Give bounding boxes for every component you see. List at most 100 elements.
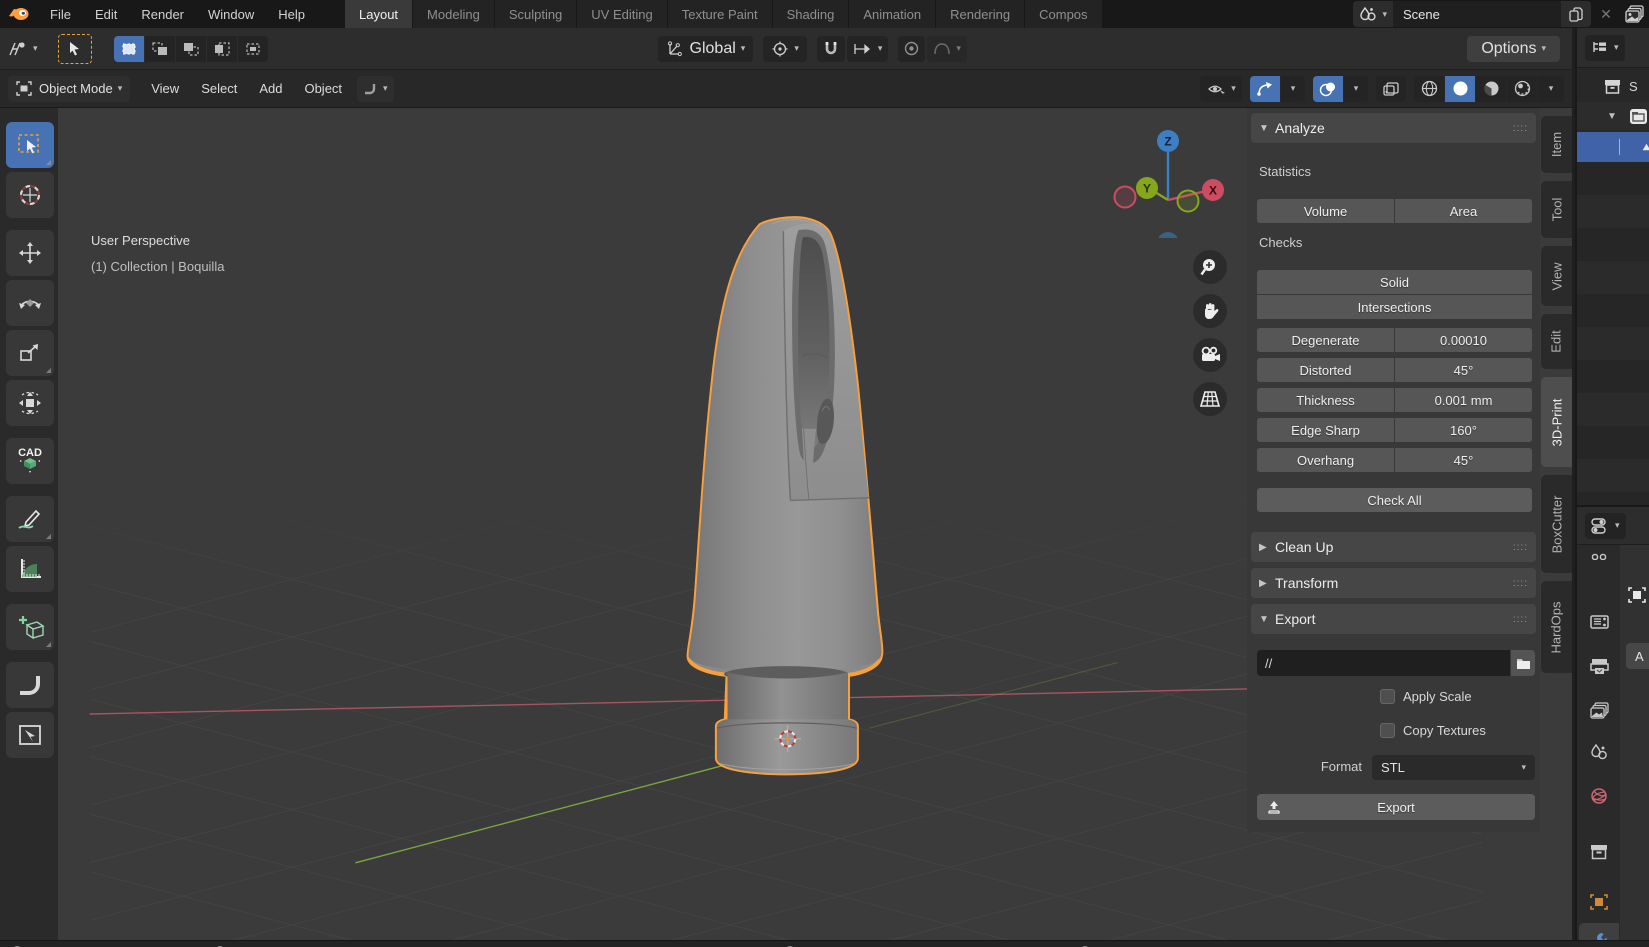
blender-logo-icon[interactable]: [0, 0, 38, 28]
tab-uv-editing[interactable]: UV Editing: [577, 0, 666, 28]
degenerate-value-field[interactable]: 0.00010: [1395, 328, 1532, 352]
sidebar-tab-3d-print[interactable]: 3D-Print: [1541, 377, 1572, 467]
tool-select-box[interactable]: [6, 122, 54, 168]
drag-dots-icon[interactable]: ::::: [1513, 578, 1528, 589]
transform-panel-header[interactable]: ▶ Transform ::::: [1251, 568, 1536, 598]
shading-wireframe-button[interactable]: [1414, 76, 1444, 102]
menu-render[interactable]: Render: [129, 0, 196, 28]
gizmo-dropdown[interactable]: ▾: [1281, 76, 1305, 102]
tool-measure[interactable]: [6, 546, 54, 592]
properties-tab-output[interactable]: [1579, 649, 1619, 683]
check-edge-sharp-button[interactable]: Edge Sharp: [1257, 418, 1394, 442]
menu-help[interactable]: Help: [266, 0, 317, 28]
outliner-object-row-selected[interactable]: [1577, 132, 1649, 162]
check-degenerate-button[interactable]: Degenerate: [1257, 328, 1394, 352]
check-intersections-button[interactable]: Intersections: [1257, 295, 1532, 319]
menu-view[interactable]: View: [140, 70, 190, 108]
area-button[interactable]: Area: [1395, 199, 1532, 223]
export-path-browse-button[interactable]: [1511, 650, 1535, 676]
tab-shading[interactable]: Shading: [773, 0, 849, 28]
tool-box-select-addon[interactable]: [6, 712, 54, 758]
shading-solid-button[interactable]: [1445, 76, 1475, 102]
menu-object[interactable]: Object: [293, 70, 353, 108]
outliner-editor-type-button[interactable]: ▾: [1585, 35, 1625, 61]
volume-button[interactable]: Volume: [1257, 199, 1394, 223]
check-solid-button[interactable]: Solid: [1257, 270, 1532, 294]
pivot-point-dropdown[interactable]: ▾: [763, 36, 807, 62]
tab-sculpting[interactable]: Sculpting: [495, 0, 576, 28]
pan-button[interactable]: [1193, 294, 1227, 328]
navigation-gizmo[interactable]: Z Y X: [1100, 118, 1230, 238]
properties-tab-object[interactable]: [1579, 885, 1619, 919]
export-panel-header[interactable]: ▼ Export ::::: [1251, 604, 1536, 634]
shading-rendered-button[interactable]: [1507, 76, 1537, 102]
properties-tab-collection[interactable]: [1579, 835, 1619, 869]
overhang-value-field[interactable]: 45°: [1395, 448, 1532, 472]
camera-view-button[interactable]: [1193, 338, 1227, 372]
editor-type-button[interactable]: ▾: [0, 40, 44, 58]
sidebar-tab-item[interactable]: Item: [1541, 116, 1572, 173]
tab-animation[interactable]: Animation: [849, 0, 935, 28]
properties-field-partial[interactable]: A: [1626, 643, 1649, 669]
transform-pivot-mini-dropdown[interactable]: ▾: [357, 76, 394, 102]
sidebar-tab-boxcutter[interactable]: BoxCutter: [1541, 475, 1572, 573]
copy-textures-checkbox[interactable]: [1380, 723, 1395, 738]
sidebar-tab-view[interactable]: View: [1541, 246, 1572, 306]
check-thickness-button[interactable]: Thickness: [1257, 388, 1394, 412]
tool-cursor[interactable]: [6, 172, 54, 218]
active-tool-indicator[interactable]: [58, 34, 92, 64]
proportional-falloff-dropdown[interactable]: ▾: [927, 36, 967, 62]
select-mode-set[interactable]: [114, 36, 144, 62]
select-mode-invert[interactable]: [207, 36, 237, 62]
menu-file[interactable]: File: [38, 0, 83, 28]
show-overlays-toggle[interactable]: [1313, 76, 1343, 102]
xray-toggle[interactable]: [1376, 76, 1406, 102]
mode-dropdown[interactable]: Object Mode ▾: [8, 76, 130, 102]
sidebar-tab-tool[interactable]: Tool: [1541, 181, 1572, 238]
tool-scale[interactable]: [6, 330, 54, 376]
zoom-button[interactable]: [1193, 250, 1227, 284]
tab-layout[interactable]: Layout: [345, 0, 412, 28]
unlink-scene-button[interactable]: ✕: [1591, 6, 1621, 23]
sidebar-tab-hardops[interactable]: HardOps: [1541, 581, 1572, 673]
cleanup-panel-header[interactable]: ▶ Clean Up ::::: [1251, 532, 1536, 562]
tab-rendering[interactable]: Rendering: [936, 0, 1024, 28]
new-scene-button[interactable]: [1561, 1, 1591, 27]
distorted-value-field[interactable]: 45°: [1395, 358, 1532, 382]
options-dropdown[interactable]: Options ▾: [1467, 36, 1560, 62]
select-mode-subtract[interactable]: [176, 36, 206, 62]
edge-sharp-value-field[interactable]: 160°: [1395, 418, 1532, 442]
snap-target-dropdown[interactable]: ▾: [847, 36, 889, 62]
properties-tab-render[interactable]: [1579, 605, 1619, 639]
select-mode-extend[interactable]: [145, 36, 175, 62]
tool-fillet[interactable]: [6, 662, 54, 708]
sidebar-tab-edit[interactable]: Edit: [1541, 314, 1572, 369]
tab-modeling[interactable]: Modeling: [413, 0, 494, 28]
snap-toggle-button[interactable]: [817, 36, 845, 62]
shading-material-button[interactable]: [1476, 76, 1506, 102]
analyze-panel-header[interactable]: ▼ Analyze ::::: [1251, 113, 1536, 143]
tool-cad-sketcher[interactable]: CAD: [6, 438, 54, 484]
check-distorted-button[interactable]: Distorted: [1257, 358, 1394, 382]
properties-tab-world[interactable]: [1579, 779, 1619, 813]
properties-tab-tool[interactable]: [1579, 545, 1619, 565]
drag-dots-icon[interactable]: ::::: [1513, 614, 1528, 625]
toggle-perspective-button[interactable]: [1193, 382, 1227, 416]
drag-dots-icon[interactable]: ::::: [1513, 123, 1528, 134]
outliner-empty-area[interactable]: [1577, 162, 1649, 505]
tool-transform[interactable]: [6, 380, 54, 426]
outliner-collection-row[interactable]: ▼: [1577, 102, 1649, 130]
tool-rotate[interactable]: [6, 280, 54, 326]
menu-select[interactable]: Select: [190, 70, 248, 108]
tool-move[interactable]: [6, 230, 54, 276]
scene-browse-button[interactable]: ▾: [1353, 1, 1393, 27]
export-button[interactable]: Export: [1257, 794, 1535, 820]
transform-orientation-dropdown[interactable]: Global ▾: [658, 36, 754, 62]
shading-dropdown[interactable]: ▾: [1538, 76, 1564, 102]
select-mode-intersect[interactable]: [238, 36, 268, 62]
check-overhang-button[interactable]: Overhang: [1257, 448, 1394, 472]
viewport-3d[interactable]: User Perspective (1) Collection | Boquil…: [0, 108, 1572, 947]
view-layer-button[interactable]: [1621, 5, 1649, 23]
properties-tab-view-layer[interactable]: [1579, 693, 1619, 727]
thickness-value-field[interactable]: 0.001 mm: [1395, 388, 1532, 412]
